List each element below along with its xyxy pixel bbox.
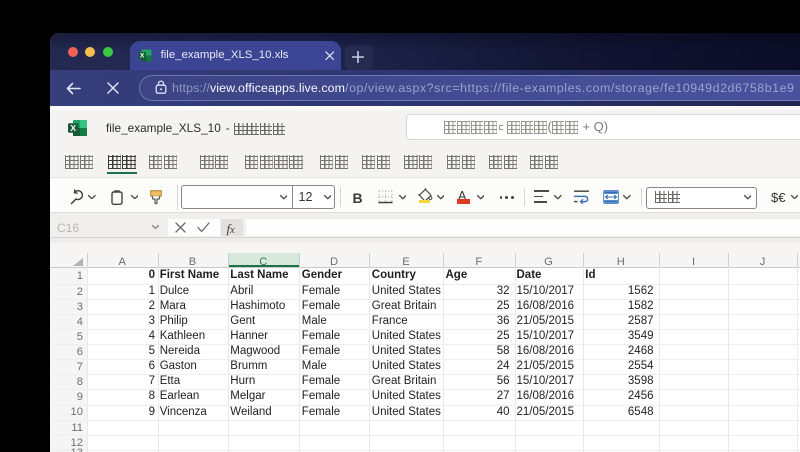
svg-text:X: X	[70, 122, 76, 132]
svg-text:X: X	[140, 53, 145, 60]
